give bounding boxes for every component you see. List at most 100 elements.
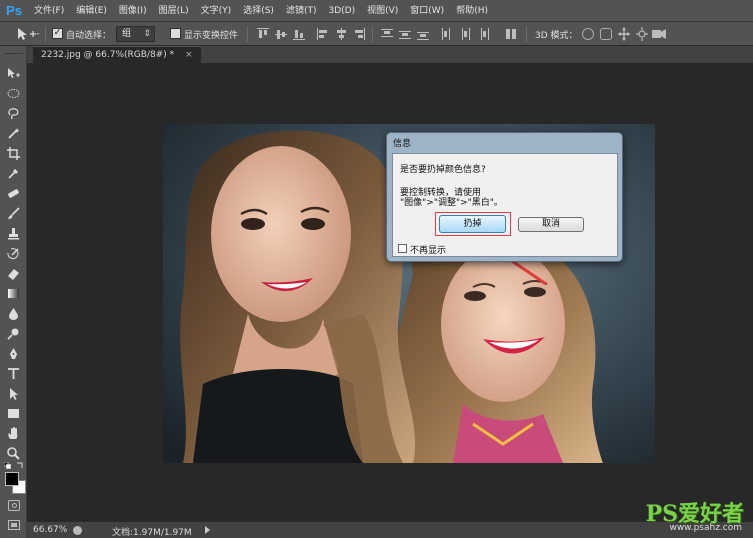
menu-image[interactable]: 图像(I) — [113, 0, 153, 22]
menu-select[interactable]: 选择(S) — [237, 0, 280, 22]
history-brush-tool-icon — [7, 247, 20, 263]
crop-tool[interactable] — [4, 146, 23, 163]
menu-edit[interactable]: 编辑(E) — [70, 0, 113, 22]
show-transform-checkbox[interactable] — [170, 28, 181, 39]
move-tool[interactable] — [4, 66, 23, 83]
options-separator — [45, 26, 46, 42]
type-tool[interactable] — [4, 366, 23, 383]
gradient-tool[interactable] — [4, 286, 23, 303]
distribute-left-icon[interactable] — [441, 28, 453, 40]
cancel-button[interactable]: 取消 — [518, 217, 584, 232]
document-tab-title: 2232.jpg @ 66.7%(RGB/8#) * — [41, 50, 175, 60]
blur-tool-icon — [7, 307, 20, 323]
show-transform-label: 显示变换控件 — [184, 31, 239, 41]
close-icon[interactable]: × — [185, 50, 193, 60]
align-vcenter-icon[interactable] — [275, 28, 287, 40]
3d-slide-icon[interactable] — [636, 27, 648, 44]
blur-tool[interactable] — [4, 306, 23, 323]
eyedropper-tool-icon — [7, 167, 20, 183]
menu-help[interactable]: 帮助(H) — [450, 0, 494, 22]
align-top-icon[interactable] — [257, 28, 269, 40]
status-menu-arrow-icon[interactable] — [205, 526, 210, 534]
rectangle-tool-icon — [7, 407, 20, 423]
distribute-vcenter-icon[interactable] — [399, 28, 411, 40]
3d-pan-icon[interactable] — [618, 27, 630, 44]
auto-select-checkbox[interactable]: ✓ — [52, 28, 63, 39]
rectangle-tool[interactable] — [4, 406, 23, 423]
3d-camera-icon[interactable] — [652, 28, 666, 43]
path-select-tool-icon — [7, 387, 20, 403]
screen-mode-icon[interactable] — [8, 520, 20, 530]
menu-layer[interactable]: 图层(L) — [153, 0, 195, 22]
dialog-body: 是否要扔掉颜色信息? 要控制转换，请使用 "图像">"调整">"黑白"。 扔掉 … — [392, 153, 618, 257]
distribute-bottom-icon[interactable] — [417, 28, 429, 40]
menu-type[interactable]: 文字(Y) — [195, 0, 238, 22]
quick-select-tool-icon — [7, 127, 20, 143]
history-brush-tool[interactable] — [4, 246, 23, 263]
healing-brush-tool-icon — [7, 187, 20, 203]
3d-roll-icon[interactable] — [600, 28, 612, 40]
menu-filter[interactable]: 滤镜(T) — [280, 0, 323, 22]
hand-tool[interactable] — [4, 426, 23, 443]
dodge-tool[interactable] — [4, 326, 23, 343]
photoshop-logo: Ps — [6, 3, 22, 18]
crop-tool-icon — [7, 146, 20, 163]
status-info-icon[interactable] — [73, 526, 82, 535]
align-bottom-icon[interactable] — [293, 28, 305, 40]
dropdown-arrow-icon: ⇕ — [143, 29, 151, 39]
align-left-icon[interactable] — [317, 28, 329, 40]
toolbox — [0, 46, 27, 538]
quick-select-tool[interactable] — [4, 126, 23, 143]
dialog-title: 信息 — [393, 139, 412, 149]
lasso-tool[interactable] — [4, 106, 23, 123]
marquee-tool[interactable] — [4, 86, 23, 103]
marquee-tool-icon — [7, 87, 20, 103]
document-tab-bar: 2232.jpg @ 66.7%(RGB/8#) * × — [27, 46, 753, 63]
distribute-top-icon[interactable] — [381, 28, 393, 40]
path-select-tool[interactable] — [4, 386, 23, 403]
brush-tool[interactable] — [4, 206, 23, 223]
menu-bar: Ps 文件(F) 编辑(E) 图像(I) 图层(L) 文字(Y) 选择(S) 滤… — [0, 0, 753, 22]
auto-select-dropdown[interactable]: 组 ⇕ — [116, 26, 155, 42]
clone-stamp-tool[interactable] — [4, 226, 23, 243]
foreground-color-swatch[interactable] — [5, 472, 19, 486]
toolbox-grip — [4, 48, 23, 54]
quick-mask-icon[interactable] — [8, 500, 20, 511]
menu-file[interactable]: 文件(F) — [28, 0, 70, 22]
info-dialog: 信息 是否要扔掉颜色信息? 要控制转换，请使用 "图像">"调整">"黑白"。 … — [386, 132, 623, 262]
dodge-tool-icon — [7, 327, 20, 343]
dialog-question: 是否要扔掉颜色信息? — [400, 165, 486, 175]
zoom-tool-icon — [7, 446, 20, 463]
3d-rotate-icon[interactable] — [582, 28, 594, 40]
document-size: 文档:1.97M/1.97M — [112, 528, 192, 538]
eraser-tool-icon — [7, 267, 20, 283]
auto-align-layers-icon[interactable] — [505, 28, 517, 40]
options-separator — [372, 26, 373, 42]
menu-window[interactable]: 窗口(W) — [404, 0, 450, 22]
dont-show-again-checkbox[interactable] — [398, 244, 407, 253]
brush-tool-icon — [7, 206, 20, 223]
watermark-url: www.psahz.com — [669, 523, 742, 533]
document-tab[interactable]: 2232.jpg @ 66.7%(RGB/8#) * × — [33, 46, 201, 63]
options-separator — [247, 26, 248, 42]
hand-tool-icon — [7, 426, 20, 443]
watermark-logo: PS爱好者 www.psahz.com — [612, 496, 750, 536]
eraser-tool[interactable] — [4, 266, 23, 283]
distribute-hcenter-icon[interactable] — [459, 28, 471, 40]
pen-tool[interactable] — [4, 346, 23, 363]
zoom-tool[interactable] — [4, 446, 23, 463]
eyedropper-tool[interactable] — [4, 166, 23, 183]
discard-button[interactable]: 扔掉 — [439, 215, 506, 233]
clone-stamp-tool-icon — [7, 227, 20, 243]
default-colors-icon[interactable] — [3, 461, 11, 469]
swap-colors-icon[interactable] — [16, 462, 24, 472]
pen-tool-icon — [7, 347, 20, 363]
align-hcenter-icon[interactable] — [335, 28, 347, 40]
align-right-icon[interactable] — [353, 28, 365, 40]
distribute-right-icon[interactable] — [477, 28, 489, 40]
menu-3d[interactable]: 3D(D) — [322, 0, 361, 22]
move-tool-preset-icon[interactable] — [16, 27, 40, 41]
zoom-level[interactable]: 66.67% — [33, 525, 67, 535]
menu-view[interactable]: 视图(V) — [361, 0, 404, 22]
healing-brush-tool[interactable] — [4, 186, 23, 203]
